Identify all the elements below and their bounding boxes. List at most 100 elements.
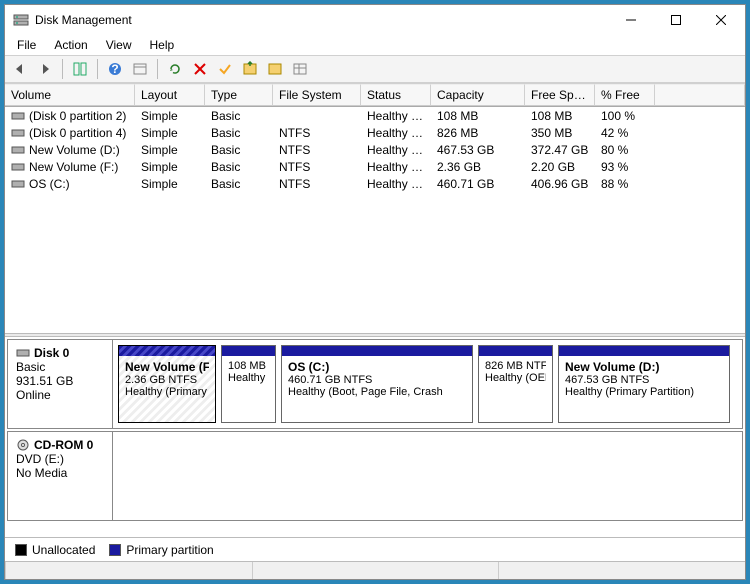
volume-list[interactable]: Volume Layout Type File System Status Ca… xyxy=(5,84,745,333)
table-row[interactable]: New Volume (D:)SimpleBasicNTFSHealthy (P… xyxy=(5,141,745,158)
cell-layout: Simple xyxy=(135,142,205,158)
partition-color-bar xyxy=(282,346,472,356)
cell-capacity: 460.71 GB xyxy=(431,176,525,192)
partition-status: Healthy (OEM xyxy=(485,372,546,384)
disk-row-0[interactable]: Disk 0 Basic 931.51 GB Online New Volume… xyxy=(7,339,743,429)
cell-type: Basic xyxy=(205,159,273,175)
volume-icon xyxy=(11,161,25,173)
table-row[interactable]: New Volume (F:) SimpleBasicNTFSHealthy (P… xyxy=(5,158,745,175)
legend: Unallocated Primary partition xyxy=(5,537,745,561)
partition[interactable]: 108 MBHealthy ( xyxy=(221,345,276,423)
cell-status: Healthy (E... xyxy=(361,108,431,124)
cell-fs: NTFS xyxy=(273,142,361,158)
col-status[interactable]: Status xyxy=(361,84,431,106)
cdrom-icon xyxy=(16,438,30,452)
window: Disk Management File Action View Help ? … xyxy=(4,4,746,580)
cell-pct: 42 % xyxy=(595,125,655,141)
volume-name: New Volume (F:) xyxy=(29,160,118,174)
legend-label: Primary partition xyxy=(126,543,213,557)
disk-status: Online xyxy=(16,388,104,402)
cell-free: 406.96 GB xyxy=(525,176,595,192)
menubar: File Action View Help xyxy=(5,35,745,55)
toolbar: ? xyxy=(5,55,745,83)
back-button[interactable] xyxy=(9,58,31,80)
legend-unallocated: Unallocated xyxy=(15,543,95,557)
disk-name: Disk 0 xyxy=(34,346,69,360)
disk-icon xyxy=(16,346,30,360)
disk-partitions xyxy=(113,432,742,520)
partition-size: 826 MB NTFS xyxy=(485,360,546,372)
cell-capacity: 2.36 GB xyxy=(431,159,525,175)
bottom-view-button[interactable] xyxy=(264,58,286,80)
partition-size: 460.71 GB NTFS xyxy=(288,374,466,386)
menu-view[interactable]: View xyxy=(98,36,140,54)
cell-free: 108 MB xyxy=(525,108,595,124)
disk-management-icon xyxy=(13,12,29,28)
partition[interactable]: New Volume (D:)467.53 GB NTFSHealthy (Pr… xyxy=(558,345,730,423)
disk-label: CD-ROM 0 DVD (E:) No Media xyxy=(8,432,113,520)
cell-fs: NTFS xyxy=(273,159,361,175)
cell-type: Basic xyxy=(205,108,273,124)
disk-name: CD-ROM 0 xyxy=(34,438,93,452)
col-freespace[interactable]: Free Spa... xyxy=(525,84,595,106)
cell-fs: NTFS xyxy=(273,176,361,192)
volume-icon xyxy=(11,144,25,156)
cell-status: Healthy (P... xyxy=(361,159,431,175)
volume-rows: (Disk 0 partition 2)SimpleBasicHealthy (… xyxy=(5,107,745,192)
titlebar: Disk Management xyxy=(5,5,745,35)
disk-type: DVD (E:) xyxy=(16,452,104,466)
cell-layout: Simple xyxy=(135,108,205,124)
delete-button[interactable] xyxy=(189,58,211,80)
properties-button[interactable] xyxy=(214,58,236,80)
disk-type: Basic xyxy=(16,360,104,374)
disk-status: No Media xyxy=(16,466,104,480)
list-view-button[interactable] xyxy=(289,58,311,80)
cell-type: Basic xyxy=(205,125,273,141)
table-row[interactable]: (Disk 0 partition 4)SimpleBasicNTFSHealt… xyxy=(5,124,745,141)
partition-color-bar xyxy=(119,346,215,356)
cell-free: 350 MB xyxy=(525,125,595,141)
maximize-button[interactable] xyxy=(653,6,698,35)
show-hide-console-button[interactable] xyxy=(69,58,91,80)
partition-name: OS (C:) xyxy=(288,360,466,374)
top-view-button[interactable] xyxy=(239,58,261,80)
cell-layout: Simple xyxy=(135,125,205,141)
cell-layout: Simple xyxy=(135,159,205,175)
menu-file[interactable]: File xyxy=(9,36,44,54)
cell-status: Healthy (... xyxy=(361,125,431,141)
help-button[interactable]: ? xyxy=(104,58,126,80)
swatch-black xyxy=(15,544,27,556)
table-row[interactable]: (Disk 0 partition 2)SimpleBasicHealthy (… xyxy=(5,107,745,124)
legend-label: Unallocated xyxy=(32,543,95,557)
cell-pct: 93 % xyxy=(595,159,655,175)
table-row[interactable]: OS (C:)SimpleBasicNTFSHealthy (B...460.7… xyxy=(5,175,745,192)
minimize-button[interactable] xyxy=(608,6,653,35)
col-capacity[interactable]: Capacity xyxy=(431,84,525,106)
refresh-button[interactable] xyxy=(164,58,186,80)
window-controls xyxy=(608,6,743,35)
window-title: Disk Management xyxy=(35,13,608,27)
col-type[interactable]: Type xyxy=(205,84,273,106)
col-pctfree[interactable]: % Free xyxy=(595,84,655,106)
close-button[interactable] xyxy=(698,6,743,35)
col-layout[interactable]: Layout xyxy=(135,84,205,106)
menu-help[interactable]: Help xyxy=(142,36,183,54)
cell-free: 372.47 GB xyxy=(525,142,595,158)
disk-row-1[interactable]: CD-ROM 0 DVD (E:) No Media xyxy=(7,431,743,521)
col-filesystem[interactable]: File System xyxy=(273,84,361,106)
partition[interactable]: New Volume (F:2.36 GB NTFSHealthy (Prima… xyxy=(118,345,216,423)
partition-name: New Volume (F: xyxy=(125,360,209,374)
cell-status: Healthy (P... xyxy=(361,142,431,158)
partition-color-bar xyxy=(559,346,729,356)
partition-status: Healthy (Primary xyxy=(125,386,209,398)
settings-button[interactable] xyxy=(129,58,151,80)
partition[interactable]: OS (C:)460.71 GB NTFSHealthy (Boot, Page… xyxy=(281,345,473,423)
statusbar xyxy=(5,561,745,579)
cell-capacity: 467.53 GB xyxy=(431,142,525,158)
forward-button[interactable] xyxy=(34,58,56,80)
menu-action[interactable]: Action xyxy=(46,36,95,54)
col-volume[interactable]: Volume xyxy=(5,84,135,106)
partition-color-bar xyxy=(479,346,552,356)
cell-pct: 88 % xyxy=(595,176,655,192)
partition[interactable]: 826 MB NTFSHealthy (OEM xyxy=(478,345,553,423)
